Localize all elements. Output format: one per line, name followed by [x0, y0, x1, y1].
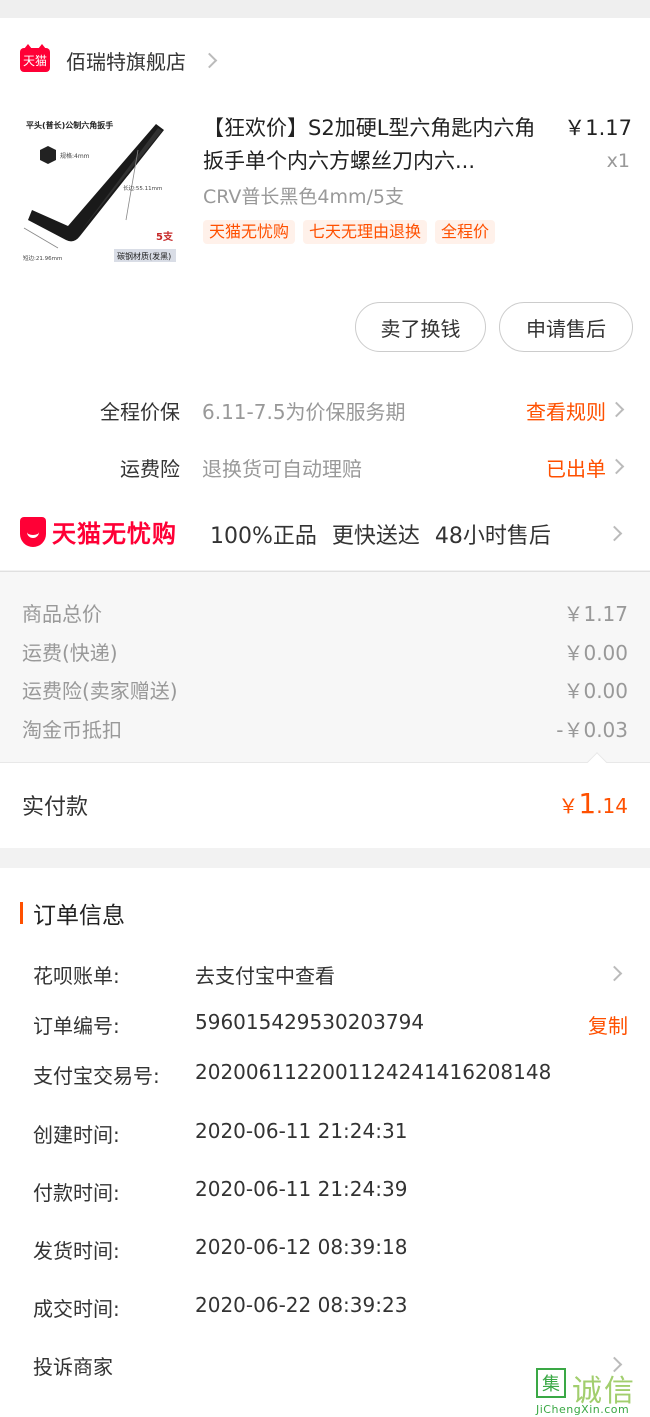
actual-payment-label: 实付款: [22, 795, 89, 820]
image-heading: 平头(普长)公制六角扳手: [26, 120, 113, 130]
order-field-value: 2020-06-12 08:39:18: [195, 1235, 408, 1259]
shield-smile-icon: [20, 516, 46, 547]
order-field-label: 创建时间:: [33, 1123, 120, 1147]
product-tags: 天猫无忧购 七天无理由退换 全程价: [203, 220, 496, 244]
cost-row: 商品总价 ￥1.17: [0, 596, 650, 628]
sell-button[interactable]: 卖了换钱: [355, 302, 486, 352]
svg-text:碳钢材质(发黑): 碳钢材质(发黑): [117, 251, 171, 261]
after-sale-button[interactable]: 申请售后: [499, 302, 633, 352]
view-rules-link[interactable]: 查看规则: [526, 396, 606, 425]
wuyou-banner[interactable]: 天猫无忧购 100%正品 更快送达 48小时售后: [0, 512, 650, 556]
cost-value: ￥1.17: [563, 602, 628, 626]
product-sku: CRV普长黑色4mm/5支: [203, 186, 405, 208]
order-field-label: 付款时间:: [33, 1181, 120, 1205]
copy-button[interactable]: 复制: [588, 1010, 628, 1039]
order-number-row: 订单编号: 596015429530203794 复制: [0, 1006, 650, 1046]
complain-seller-label: 投诉商家: [33, 1355, 113, 1379]
shipping-insurance-row[interactable]: 运费险 退换货可自动理赔 已出单: [0, 447, 650, 487]
wuyou-logo: 天猫无忧购: [20, 514, 177, 549]
paid-time-row: 付款时间: 2020-06-11 21:24:39: [0, 1173, 650, 1213]
actual-payment-value: ￥1.14: [558, 787, 628, 820]
cost-row: 运费险(卖家赠送) ￥0.00: [0, 673, 650, 705]
cost-row: 运费(快递) ￥0.00: [0, 635, 650, 667]
cost-label: 淘金币抵扣: [22, 718, 122, 742]
product-image[interactable]: 平头(普长)公制六角扳手 规格:4mm 长边:55.11mm 短边:21.96m…: [18, 110, 183, 278]
price-protect-row[interactable]: 全程价保 6.11-7.5为价保服务期 查看规则: [0, 390, 650, 430]
cost-value: ￥0.00: [563, 679, 628, 703]
actual-payment: 实付款 ￥1.14: [0, 752, 650, 848]
product-title[interactable]: 【狂欢价】S2加硬L型六角匙内六角扳手单个内六方螺丝刀内六...: [203, 112, 553, 178]
created-time-row: 创建时间: 2020-06-11 21:24:31: [0, 1115, 650, 1155]
price-protect-label: 全程价保: [100, 400, 180, 424]
cost-label: 商品总价: [22, 602, 102, 626]
huabei-bill-row[interactable]: 花呗账单: 去支付宝中查看: [0, 956, 650, 996]
order-field-value: 2020-06-11 21:24:39: [195, 1177, 408, 1201]
chevron-right-icon: [608, 401, 625, 418]
store-header[interactable]: 天猫 佰瑞特旗舰店: [20, 44, 218, 75]
svg-text:短边:21.96mm: 短边:21.96mm: [23, 254, 62, 262]
wuyou-features: 100%正品 更快送达 48小时售后: [210, 524, 551, 549]
alipay-trade-row: 支付宝交易号: 2020061122001124241416208148: [0, 1056, 650, 1096]
shipping-insurance-label: 运费险: [120, 457, 180, 481]
store-name[interactable]: 佰瑞特旗舰店: [66, 46, 186, 75]
shipped-time-row: 发货时间: 2020-06-12 08:39:18: [0, 1231, 650, 1271]
svg-text:5支: 5支: [156, 230, 174, 243]
tag-seven-day-return: 七天无理由退换: [303, 220, 428, 244]
top-spacer: [0, 0, 650, 18]
tag-wuyou: 天猫无忧购: [203, 220, 296, 244]
order-item-card: 天猫 佰瑞特旗舰店 平头(普长)公制六角扳手 规格:4mm 长边:55.11mm…: [0, 18, 650, 570]
accent-bar: [20, 902, 23, 924]
order-field-value: 2020-06-11 21:24:31: [195, 1119, 408, 1143]
notch-decoration: [587, 752, 607, 772]
svg-text:规格:4mm: 规格:4mm: [60, 152, 90, 160]
wuyou-logo-text: 天猫无忧购: [52, 520, 177, 548]
product-quantity: x1: [606, 150, 630, 172]
deal-time-row: 成交时间: 2020-06-22 08:39:23: [0, 1289, 650, 1329]
chevron-right-icon: [201, 52, 218, 68]
order-field-label: 发货时间:: [33, 1239, 120, 1263]
chevron-right-icon: [606, 965, 623, 982]
cost-label: 运费(快递): [22, 641, 118, 665]
order-field-label: 成交时间:: [33, 1297, 120, 1321]
cost-summary: 商品总价 ￥1.17 运费(快递) ￥0.00 运费险(卖家赠送) ￥0.00 …: [0, 571, 650, 848]
chevron-right-icon: [606, 525, 623, 542]
cost-label: 运费险(卖家赠送): [22, 679, 178, 703]
alipay-trade-number: 2020061122001124241416208148: [195, 1060, 552, 1084]
policy-issued-link[interactable]: 已出单: [546, 453, 606, 482]
order-info-title: 订单信息: [33, 903, 125, 929]
cost-row: 淘金币抵扣 -￥0.03: [0, 712, 650, 744]
watermark-logo: 集 诚信 JiChengXin.com: [534, 1366, 650, 1417]
tmall-logo-icon: 天猫: [20, 44, 50, 72]
tmall-badge-label: 天猫: [22, 53, 47, 68]
order-field-label: 订单编号:: [33, 1014, 120, 1038]
svg-text:长边:55.11mm: 长边:55.11mm: [123, 184, 162, 192]
cost-value: -￥0.03: [556, 718, 628, 742]
cost-value: ￥0.00: [563, 641, 628, 665]
order-field-label: 花呗账单:: [33, 964, 120, 988]
order-number: 596015429530203794: [195, 1010, 425, 1034]
section-header: 订单信息: [20, 896, 125, 930]
tag-price-protect: 全程价: [435, 220, 496, 244]
order-field-label: 支付宝交易号:: [33, 1064, 160, 1088]
product-price: ￥1.17: [564, 116, 632, 140]
watermark-char: 集: [536, 1368, 566, 1398]
order-field-value: 去支付宝中查看: [195, 964, 335, 988]
order-field-value: 2020-06-22 08:39:23: [195, 1293, 408, 1317]
price-protect-desc: 6.11-7.5为价保服务期: [202, 400, 406, 424]
shipping-insurance-desc: 退换货可自动理赔: [202, 457, 362, 481]
watermark-url: JiChengXin.com: [536, 1403, 630, 1416]
chevron-right-icon: [608, 458, 625, 475]
order-info-card: 订单信息 花呗账单: 去支付宝中查看 订单编号: 596015429530203…: [0, 868, 650, 1417]
